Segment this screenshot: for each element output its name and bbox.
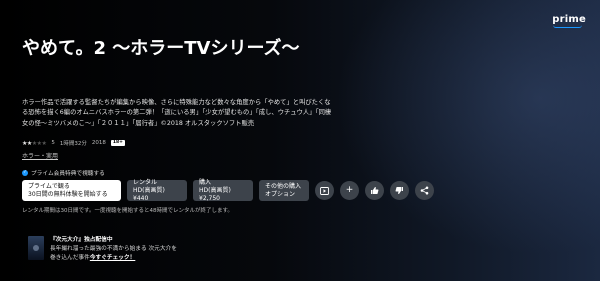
- prime-benefit-label: プライム会員特典で視聴する: [31, 171, 105, 177]
- rent-button-line2: HD(高画質) ¥440: [133, 186, 165, 202]
- age-rating-badge: 18+: [110, 140, 125, 146]
- other-options-line2: オプション: [265, 190, 296, 198]
- watch-with-prime-button[interactable]: プライムで観る 30日間の無料体験を開始する: [22, 180, 121, 201]
- metadata-row: ★★★★★ 5 1時間32分 2018 18+: [22, 139, 125, 147]
- share-icon[interactable]: [415, 181, 434, 200]
- prime-logo[interactable]: prime: [552, 14, 586, 28]
- like-icon[interactable]: [365, 181, 384, 200]
- promo-line2: 巻き込んだ事件今すぐチェック！: [50, 254, 177, 263]
- duration: 1時間32分: [59, 141, 87, 147]
- promo-line1: 長年撮れ溜った最強の不満から始まる 次元大介を: [50, 246, 177, 252]
- promo-text: 『次元大介』独占配信中 長年撮れ溜った最強の不満から始まる 次元大介を 巻き込ん…: [50, 236, 177, 263]
- other-options-line1: その他の購入: [265, 182, 302, 190]
- promo-banner[interactable]: 『次元大介』独占配信中 長年撮れ溜った最強の不満から始まる 次元大介を 巻き込ん…: [28, 236, 177, 263]
- watch-button-line1: プライムで観る: [28, 182, 70, 190]
- buy-button[interactable]: 購入 HD(高画質) ¥2,750: [193, 178, 253, 202]
- release-year: 2018: [91, 140, 106, 146]
- rent-button-line1: レンタル: [133, 178, 158, 186]
- check-icon: ✓: [22, 169, 28, 176]
- rating-count: 5: [51, 140, 55, 146]
- add-to-watchlist-icon[interactable]: +: [340, 181, 359, 200]
- buy-button-line2: HD(高画質) ¥2,750: [199, 186, 231, 202]
- buy-button-line1: 購入: [199, 178, 212, 186]
- promo-title: 『次元大介』独占配信中: [50, 237, 113, 243]
- promo-thumbnail[interactable]: [28, 236, 44, 260]
- rental-disclaimer: レンタル期間は30日間です。一度視聴を開始すると48時間でレンタルが終了します。: [22, 208, 233, 214]
- star-rating[interactable]: ★★★★★: [22, 139, 47, 147]
- rent-button[interactable]: レンタル HD(高画質) ¥440: [127, 178, 187, 202]
- dislike-icon[interactable]: [390, 181, 409, 200]
- promo-line2-prefix: 巻き込んだ事件: [50, 255, 90, 261]
- stars-empty: ★★★: [31, 139, 47, 147]
- page-title: やめて。2 〜ホラーTVシリーズ〜: [22, 38, 300, 59]
- action-bar: プライムで観る 30日間の無料体験を開始する レンタル HD(高画質) ¥440…: [22, 178, 434, 202]
- synopsis-text: ホラー作品で活躍する監督たちが編集から映像、さらに特殊能力など数々な角度から「や…: [22, 99, 332, 127]
- genre-link[interactable]: ホラー・実用: [22, 151, 58, 160]
- other-purchase-options-button[interactable]: その他の購入 オプション: [259, 180, 309, 201]
- watch-button-line2: 30日間の無料体験を開始する: [28, 190, 108, 198]
- prime-benefit-note: ✓ プライム会員特典で視聴する: [22, 168, 105, 177]
- trailer-icon[interactable]: [315, 181, 334, 200]
- promo-check-link[interactable]: 今すぐチェック！: [90, 255, 136, 261]
- stars-filled: ★★: [22, 139, 32, 147]
